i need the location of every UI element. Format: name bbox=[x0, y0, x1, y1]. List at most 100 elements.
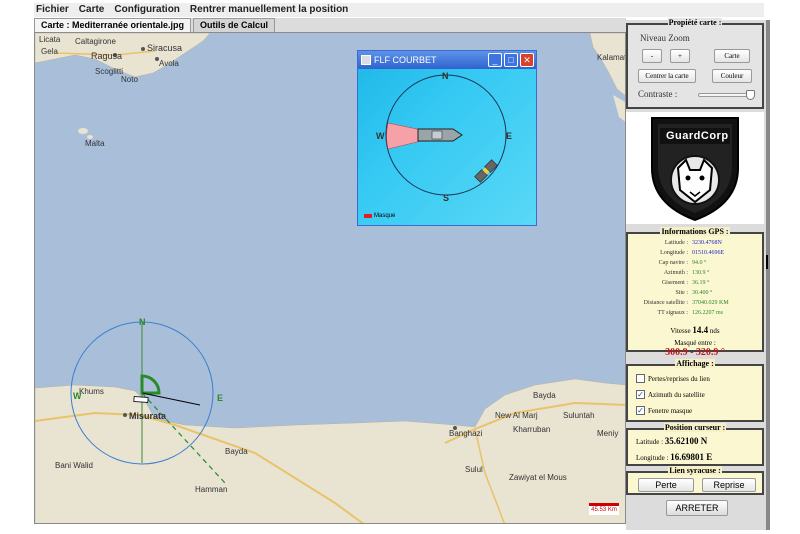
speed-label: Vitesse bbox=[670, 327, 691, 335]
radar-e-label: E bbox=[506, 131, 513, 141]
menu-bar: Fichier Carte Configuration Rentrer manu… bbox=[34, 3, 764, 17]
map-scale: 45.53 Km bbox=[589, 503, 619, 515]
carte-button[interactable]: Carte bbox=[714, 49, 750, 63]
gps-key: Gisement : bbox=[661, 280, 688, 286]
logo-area: GuardCorp bbox=[626, 112, 764, 224]
compass-n-label: N bbox=[139, 317, 146, 327]
radar-n-label: N bbox=[442, 71, 449, 81]
gps-key: Distance satellite : bbox=[643, 300, 688, 306]
gps-value: 126.2207 ms bbox=[692, 310, 724, 316]
flf-radar: N S W E Masque bbox=[358, 69, 536, 225]
gps-value: 01510.4696E bbox=[692, 250, 725, 256]
mask-label: Masqué entre : bbox=[674, 339, 716, 347]
masque-legend-label: Masque bbox=[374, 213, 396, 219]
zoom-out-button[interactable]: - bbox=[642, 49, 662, 63]
map-label-kalamata: Kalamata bbox=[597, 53, 625, 62]
menu-carte[interactable]: Carte bbox=[79, 3, 105, 17]
link-title: Lien syracuse : bbox=[668, 466, 722, 475]
checkbox-box[interactable] bbox=[636, 374, 645, 383]
masque-swatch bbox=[364, 214, 372, 218]
gps-row: TT signaux : 126.2207 ms bbox=[632, 310, 762, 316]
flf-title: FLF COURBET bbox=[374, 55, 437, 65]
contrast-label: Contraste : bbox=[638, 89, 678, 99]
props-title: Propiété carte : bbox=[667, 18, 723, 27]
speed-readout: Vitesse 14.4 nds bbox=[628, 325, 762, 335]
gps-row: Site : 30.400 ° bbox=[632, 290, 762, 296]
map-label-kharruban: Kharruban bbox=[513, 425, 551, 434]
map-label-zawiyat: Zawiyat el Mous bbox=[509, 473, 567, 482]
checkbox-azimuth-satellite[interactable]: ✓ Azimuth du satellite bbox=[636, 390, 705, 399]
tab-bar: Carte : Mediterranée orientale.jpg Outil… bbox=[34, 18, 626, 32]
gps-row: Gisement : 36.19 ° bbox=[632, 280, 762, 286]
menu-rentrer-position[interactable]: Rentrer manuellement la position bbox=[190, 3, 348, 17]
gps-value: 94.0 ° bbox=[692, 260, 707, 266]
map-label-meniy: Meniy bbox=[597, 429, 619, 438]
radar-w-label: W bbox=[376, 131, 385, 141]
map-label-avola: Avola bbox=[159, 59, 179, 68]
map-label-malta: Malta bbox=[85, 139, 105, 148]
cursor-longitude-label: Longitude : bbox=[636, 454, 669, 462]
map-label-ragusa: Ragusa bbox=[91, 51, 123, 61]
gps-box: Informations GPS : Latitude :3230.4768N … bbox=[626, 227, 764, 358]
checkbox-fenetre-masque[interactable]: ✓ Fenetre masque bbox=[636, 406, 692, 415]
contrast-slider-knob[interactable] bbox=[746, 90, 755, 100]
minimize-button[interactable]: _ bbox=[488, 53, 502, 67]
cursor-latitude-value: 35.62100 N bbox=[664, 436, 708, 446]
map-label-noto: Noto bbox=[121, 75, 138, 84]
map-label-bayda-tr: Bayda bbox=[225, 447, 248, 456]
flf-title-bar[interactable]: FLF COURBET _ □ ✕ bbox=[358, 51, 536, 69]
map-label-sulul: Sulul bbox=[465, 465, 483, 474]
panel-edge bbox=[766, 20, 770, 530]
map-label-bayda: Bayda bbox=[533, 391, 556, 400]
gps-row: Azimuth : 130.9 ° bbox=[632, 270, 762, 276]
stop-button[interactable]: ARRETER bbox=[666, 500, 728, 516]
contrast-slider[interactable] bbox=[698, 90, 755, 100]
maximize-button[interactable]: □ bbox=[504, 53, 518, 67]
checkbox-box[interactable]: ✓ bbox=[636, 406, 645, 415]
menu-fichier[interactable]: Fichier bbox=[36, 3, 69, 17]
gps-value: 36.19 ° bbox=[692, 280, 710, 286]
map-label-banghazi: Banghazi bbox=[449, 429, 483, 438]
color-button[interactable]: Couleur bbox=[712, 69, 752, 83]
gps-key: TT signaux : bbox=[657, 310, 688, 316]
gps-value: 130.9 ° bbox=[692, 270, 710, 276]
speed-unit: nds bbox=[709, 327, 720, 335]
display-box: Affichage : Pertes/reprises du lien ✓ Az… bbox=[626, 359, 764, 422]
gps-title: Informations GPS : bbox=[660, 227, 730, 236]
cursor-longitude: Longitude : 16.69801 E bbox=[636, 452, 712, 462]
display-title: Affichage : bbox=[675, 359, 715, 368]
map-label-misurata: Misurata bbox=[129, 411, 167, 421]
map-label-bani-walid: Bani Walid bbox=[55, 461, 93, 470]
map-view[interactable]: Licata Caltagirone Siracusa Ragusa Gela … bbox=[34, 32, 626, 524]
checkbox-pertes-reprises[interactable]: Pertes/reprises du lien bbox=[636, 374, 710, 383]
tab-carte[interactable]: Carte : Mediterranée orientale.jpg bbox=[34, 18, 192, 32]
flf-courbet-window[interactable]: FLF COURBET _ □ ✕ N S W E Masque bbox=[357, 50, 537, 226]
link-box: Lien syracuse : Perte Reprise bbox=[626, 466, 764, 495]
checkbox-label: Pertes/reprises du lien bbox=[648, 374, 710, 383]
map-graphics bbox=[35, 33, 625, 523]
zoom-in-button[interactable]: + bbox=[670, 49, 690, 63]
checkbox-box[interactable]: ✓ bbox=[636, 390, 645, 399]
map-label-siracusa: Siracusa bbox=[147, 43, 183, 53]
app-icon bbox=[361, 55, 371, 65]
mask-value: 300.9 - 320.9 ° bbox=[665, 347, 725, 358]
map-label-scoglitti: Scoglitti bbox=[95, 67, 124, 76]
perte-button[interactable]: Perte bbox=[638, 478, 694, 492]
gps-key: Longitude : bbox=[660, 250, 688, 256]
reprise-button[interactable]: Reprise bbox=[702, 478, 756, 492]
close-button[interactable]: ✕ bbox=[520, 53, 534, 67]
checkbox-label: Fenetre masque bbox=[648, 406, 693, 415]
gps-key: Azimuth : bbox=[663, 270, 688, 276]
center-map-button[interactable]: Centrer la carte bbox=[638, 69, 696, 83]
map-label-suluntah: Suluntah bbox=[563, 411, 595, 420]
cursor-latitude: Latitude : 35.62100 N bbox=[636, 436, 707, 446]
gps-row: Latitude : 3230.4768N bbox=[632, 240, 762, 246]
cursor-position-title: Position curseur : bbox=[663, 423, 727, 432]
gps-row: Cap navire : 94.0 ° bbox=[632, 260, 762, 266]
map-label-licata: Licata bbox=[39, 35, 61, 44]
props-box: Propiété carte : Niveau Zoom - + Carte C… bbox=[626, 18, 764, 109]
gps-row: Distance satellite : 37040.029 KM bbox=[632, 300, 762, 306]
tab-outils-calcul[interactable]: Outils de Calcul bbox=[193, 18, 276, 32]
menu-configuration[interactable]: Configuration bbox=[114, 3, 180, 17]
logo-text: GuardCorp bbox=[666, 130, 729, 142]
